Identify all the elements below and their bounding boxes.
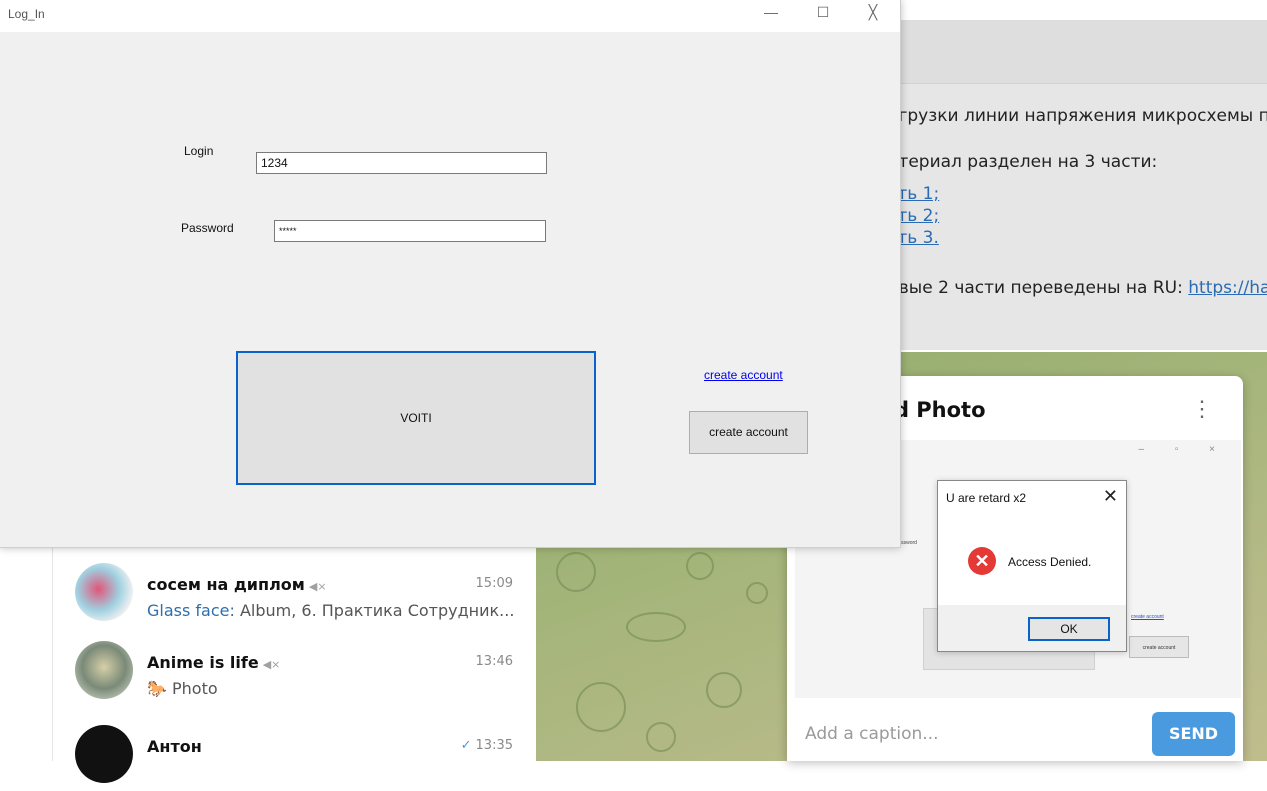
window-title: Log_In <box>8 7 45 21</box>
more-menu-icon[interactable]: ⋮ <box>1191 396 1213 422</box>
password-input[interactable]: ***** <box>274 220 546 242</box>
error-dialog: U are retard x2 ✕ ✕ Access Denied. OK <box>937 480 1127 652</box>
chat-name-text: сосем на диплом <box>147 575 305 594</box>
voiti-button[interactable]: VOITI <box>236 351 596 485</box>
chat-item-anime[interactable]: Anime is life ◀× 13:46 🐎 Photo <box>53 623 537 707</box>
error-message: Access Denied. <box>1008 555 1092 569</box>
login-window: Log_In — ☐ ╳ Login 1234 Password ***** V… <box>0 0 901 548</box>
maximize-icon[interactable]: ☐ <box>808 4 838 21</box>
close-icon[interactable]: ✕ <box>1103 486 1118 507</box>
chat-name: Anime is life ◀× <box>147 653 280 672</box>
chat-preview: Glass face: Album, 6. Практика Сотрудник… <box>147 601 514 620</box>
chat-name: Антон <box>147 737 202 756</box>
chat-sender: Glass face: <box>147 601 235 620</box>
create-account-button[interactable]: create account <box>689 411 808 454</box>
error-dialog-title: U are retard x2 <box>946 491 1027 505</box>
chat-item-anton[interactable]: Антон ✓ 13:35 <box>53 707 537 791</box>
chat-time-text: 13:35 <box>475 738 513 753</box>
send-button[interactable]: SEND <box>1152 712 1235 756</box>
read-check-icon: ✓ <box>460 738 472 753</box>
article-line-2: атериал разделен на 3 части: <box>888 152 1158 172</box>
mute-icon: ◀× <box>308 580 327 593</box>
article-final-link[interactable]: https://ha <box>1188 278 1267 298</box>
wallpaper-doodle <box>576 682 626 732</box>
window-titlebar: Log_In — ☐ ╳ <box>0 0 900 32</box>
mute-icon: ◀× <box>262 658 281 671</box>
login-label: Login <box>184 144 214 158</box>
chat-name: сосем на диплом ◀× <box>147 575 327 594</box>
mini-create-button: create account <box>1129 636 1189 658</box>
article-final-text: рвые 2 части переведены на RU: <box>888 278 1189 298</box>
chat-preview: 🐎 Photo <box>147 679 218 698</box>
close-icon[interactable]: ╳ <box>858 4 888 21</box>
caption-input[interactable]: Add a caption... <box>805 724 938 744</box>
wallpaper-doodle <box>686 552 714 580</box>
create-account-link[interactable]: create account <box>704 368 783 382</box>
avatar <box>75 563 133 621</box>
chat-name-text: Anime is life <box>147 653 259 672</box>
minimize-icon[interactable]: — <box>756 4 786 20</box>
wallpaper-doodle <box>706 672 742 708</box>
article-line-1: егрузки линии напряжения микросхемы п <box>888 106 1267 126</box>
login-input[interactable]: 1234 <box>256 152 547 174</box>
wallpaper-doodle <box>646 722 676 752</box>
chat-time: ✓ 13:35 <box>461 738 513 753</box>
chat-time: 13:46 <box>475 654 513 669</box>
chat-preview-text: Album, 6. Практика Сотрудник... <box>234 601 515 620</box>
chat-name-text: Антон <box>147 737 202 756</box>
error-icon: ✕ <box>968 547 996 575</box>
wallpaper-doodle <box>626 612 686 642</box>
ok-button[interactable]: OK <box>1028 617 1110 641</box>
mini-create-link: create account <box>1131 614 1164 620</box>
wallpaper-doodle <box>746 582 768 604</box>
avatar <box>75 725 133 783</box>
wallpaper-doodle <box>556 552 596 592</box>
chat-item-sosem[interactable]: сосем на диплом ◀× 15:09 Glass face: Albu… <box>53 545 537 629</box>
chat-time: 15:09 <box>475 576 513 591</box>
article-header-strip <box>860 20 1267 84</box>
chat-list: сосем на диплом ◀× 15:09 Glass face: Albu… <box>52 545 537 783</box>
avatar <box>75 641 133 699</box>
mini-window-controls: – ▫ × <box>1138 444 1229 455</box>
password-label: Password <box>181 221 234 235</box>
error-dialog-footer: OK <box>938 605 1126 651</box>
article-panel: егрузки линии напряжения микросхемы п ат… <box>860 20 1267 350</box>
article-final-line: рвые 2 части переведены на RU: https://h… <box>888 278 1267 298</box>
